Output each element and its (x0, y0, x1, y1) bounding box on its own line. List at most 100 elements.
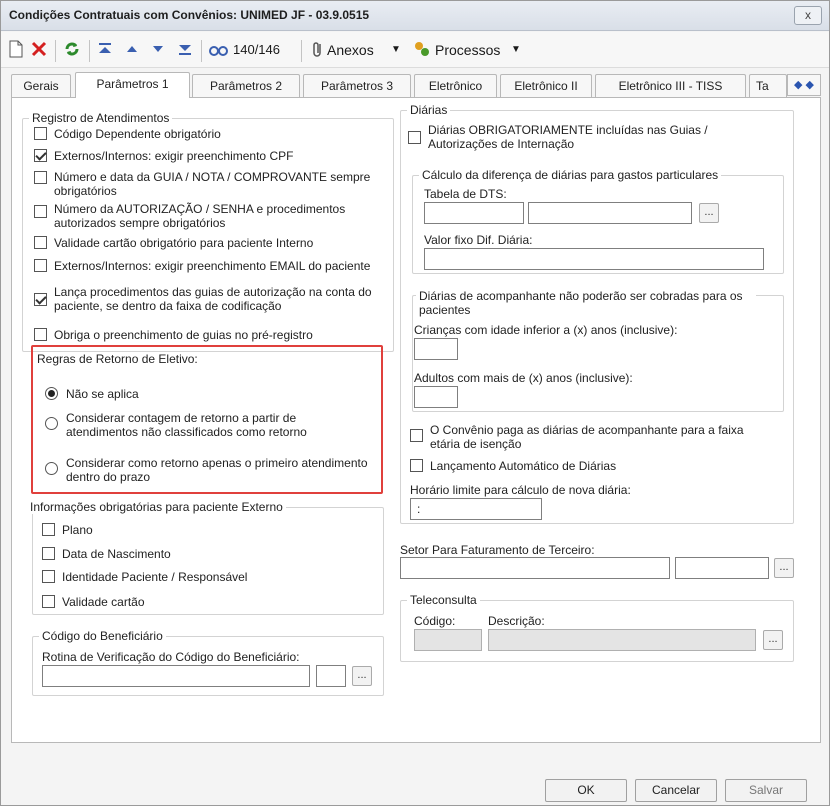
setor-faturamento-code-input[interactable] (675, 557, 769, 579)
attachments-dropdown-icon[interactable]: ▼ (391, 40, 401, 60)
previous-record-icon[interactable] (125, 40, 139, 60)
label-teleconsulta-codigo: Código: (414, 614, 456, 628)
tab-eletronico-ii[interactable]: Eletrônico II (500, 74, 592, 97)
tab-panel-parametros-1: Registro de Atendimentos Código Dependen… (11, 97, 821, 743)
label-teleconsulta-descricao: Descrição: (488, 614, 545, 628)
info-externo-legend: Informações obrigatórias para paciente E… (27, 500, 286, 514)
first-record-icon[interactable] (97, 40, 113, 60)
attachments-menu[interactable]: Anexos (327, 40, 374, 60)
adultos-idade-input[interactable] (414, 386, 458, 408)
cancel-button[interactable]: Cancelar (635, 779, 717, 802)
checkbox-codigo-dependente[interactable] (34, 127, 47, 140)
tab-parametros-3[interactable]: Parâmetros 3 (303, 74, 411, 97)
checkbox-identidade[interactable] (42, 570, 55, 583)
save-button[interactable]: Salvar (725, 779, 807, 802)
valor-fixo-input[interactable] (424, 248, 764, 270)
processes-dropdown-icon[interactable]: ▼ (511, 40, 521, 60)
label-setor-faturamento: Setor Para Faturamento de Terceiro: (400, 543, 595, 557)
label-nao-se-aplica: Não se aplica (66, 387, 139, 401)
next-record-icon[interactable] (151, 40, 165, 60)
label-valor-fixo: Valor fixo Dif. Diária: (424, 233, 533, 247)
checkbox-diarias-obrigatorias[interactable] (408, 131, 421, 144)
tab-parametros-1[interactable]: Parâmetros 1 (75, 72, 190, 98)
teleconsulta-legend: Teleconsulta (407, 593, 480, 607)
horario-limite-value: : (417, 502, 421, 516)
paperclip-icon (311, 40, 325, 60)
checkbox-plano[interactable] (42, 523, 55, 536)
checkbox-numero-autorizacao[interactable] (34, 205, 47, 218)
rotina-verificacao-code-input[interactable] (316, 665, 346, 687)
label-externos-email: Externos/Internos: exigir preenchimento … (54, 259, 371, 273)
toolbar: 140/146 Anexos ▼ Processos ▼ (1, 32, 829, 68)
beneficiario-legend: Código do Beneficiário (39, 629, 166, 643)
refresh-icon[interactable] (63, 40, 81, 60)
processes-menu[interactable]: Processos (435, 40, 500, 60)
label-lancamento-automatico: Lançamento Automático de Diárias (430, 459, 617, 473)
checkbox-validade-cartao-interno[interactable] (34, 236, 47, 249)
rotina-verificacao-browse-button[interactable]: ... (352, 666, 372, 686)
criancas-idade-input[interactable] (414, 338, 458, 360)
retorno-legend: Regras de Retorno de Eletivo: (37, 352, 198, 366)
find-record-icon[interactable] (209, 40, 229, 60)
calculo-diferenca-legend: Cálculo da diferença de diárias para gas… (419, 168, 722, 182)
label-numero-guia: Número e data da GUIA / NOTA / COMPROVAN… (54, 170, 371, 198)
tab-strip: Gerais Parâmetros 1 Parâmetros 2 Parâmet… (11, 72, 823, 98)
registro-legend: Registro de Atendimentos (29, 111, 173, 125)
checkbox-convenio-paga[interactable] (410, 429, 423, 442)
dialog-window: Condições Contratuais com Convênios: UNI… (0, 0, 830, 806)
tab-ta[interactable]: Ta (749, 74, 787, 97)
checkbox-obriga-guias[interactable] (34, 328, 47, 341)
record-counter: 140/146 (233, 42, 280, 57)
tabela-dts-description-input[interactable] (528, 202, 692, 224)
new-record-icon[interactable] (9, 40, 23, 60)
teleconsulta-browse-button[interactable]: ... (763, 630, 783, 650)
setor-faturamento-browse-button[interactable]: ... (774, 558, 794, 578)
label-adultos-idade: Adultos com mais de (x) anos (inclusive)… (414, 371, 633, 385)
label-data-nascimento: Data de Nascimento (62, 547, 171, 561)
checkbox-externos-cpf[interactable] (34, 149, 47, 162)
radio-primeiro-atendimento[interactable] (45, 462, 58, 475)
label-identidade: Identidade Paciente / Responsável (62, 570, 248, 584)
tabela-dts-browse-button[interactable]: ... (699, 203, 719, 223)
tab-eletronico[interactable]: Eletrônico (414, 74, 497, 97)
rotina-verificacao-input[interactable] (42, 665, 310, 687)
window-title: Condições Contratuais com Convênios: UNI… (9, 8, 370, 22)
label-diarias-obrigatorias: Diárias OBRIGATORIAMENTE incluídas nas G… (428, 123, 708, 151)
label-externos-cpf: Externos/Internos: exigir preenchimento … (54, 149, 294, 163)
ok-button[interactable]: OK (545, 779, 627, 802)
checkbox-lanca-procedimentos[interactable] (34, 293, 47, 306)
tab-gerais[interactable]: Gerais (11, 74, 71, 97)
checkbox-validade-cartao[interactable] (42, 595, 55, 608)
diarias-legend: Diárias (407, 103, 451, 117)
close-button[interactable]: x (794, 6, 822, 25)
radio-nao-se-aplica[interactable] (45, 387, 58, 400)
title-bar: Condições Contratuais com Convênios: UNI… (1, 1, 829, 31)
tab-eletronico-iii-tiss[interactable]: Eletrônico III - TISS (595, 74, 746, 97)
delete-icon[interactable] (31, 40, 47, 60)
checkbox-numero-guia[interactable] (34, 171, 47, 184)
label-lanca-procedimentos: Lança procedimentos das guias de autoriz… (54, 285, 372, 313)
radio-contagem-retorno[interactable] (45, 417, 58, 430)
last-record-icon[interactable] (177, 40, 193, 60)
horario-limite-input[interactable]: : (410, 498, 542, 520)
checkbox-data-nascimento[interactable] (42, 547, 55, 560)
label-contagem-retorno: Considerar contagem de retorno a partir … (66, 411, 307, 439)
tabela-dts-code-input[interactable] (424, 202, 524, 224)
tab-parametros-2[interactable]: Parâmetros 2 (192, 74, 300, 97)
teleconsulta-codigo-input[interactable] (414, 629, 482, 651)
label-plano: Plano (62, 523, 93, 537)
tab-scroll-arrows[interactable]: ◆ ◆ (787, 74, 821, 96)
label-primeiro-atendimento: Considerar como retorno apenas o primeir… (66, 456, 368, 484)
teleconsulta-descricao-input[interactable] (488, 629, 756, 651)
label-horario-limite: Horário limite para cálculo de nova diár… (410, 483, 631, 497)
checkbox-lancamento-automatico[interactable] (410, 459, 423, 472)
label-convenio-paga: O Convênio paga as diárias de acompanhan… (430, 423, 744, 451)
label-obriga-guias: Obriga o preenchimento de guias no pré-r… (54, 328, 313, 342)
label-codigo-dependente: Código Dependente obrigatório (54, 127, 221, 141)
setor-faturamento-input[interactable] (400, 557, 670, 579)
checkbox-externos-email[interactable] (34, 259, 47, 272)
processes-icon (413, 40, 431, 60)
label-rotina-verificacao: Rotina de Verificação do Código do Benef… (42, 650, 300, 664)
label-criancas-idade: Crianças com idade inferior a (x) anos (… (414, 323, 678, 337)
label-numero-autorizacao: Número da AUTORIZAÇÃO / SENHA e procedim… (54, 202, 346, 230)
